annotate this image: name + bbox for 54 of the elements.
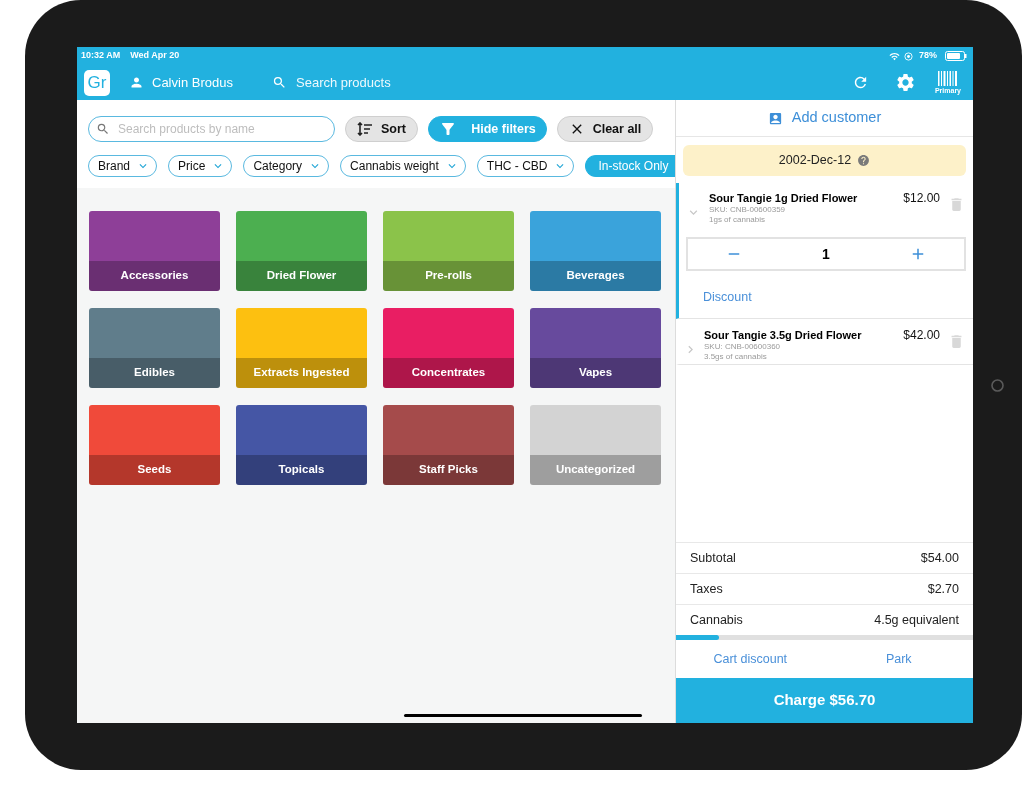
- total-label: Cannabis: [690, 611, 743, 629]
- category-tile[interactable]: Beverages: [530, 211, 661, 291]
- category-tile[interactable]: Vapes: [530, 308, 661, 388]
- filter-chip[interactable]: Price: [168, 155, 233, 177]
- total-value: $2.70: [927, 580, 959, 598]
- cart-action-link[interactable]: Park: [885, 649, 912, 669]
- category-tile[interactable]: Pre-rolls: [383, 211, 514, 291]
- ring-dot-icon: [904, 51, 913, 61]
- total-value: $54.00: [920, 549, 959, 567]
- category-tile[interactable]: Concentrates: [383, 308, 514, 388]
- help-icon[interactable]: [857, 154, 871, 167]
- filter-chip[interactable]: THC - CBD: [476, 155, 575, 177]
- toolbar-button[interactable]: Sort: [345, 116, 418, 142]
- item-cannabis-amount: 3.5gs of cannabis: [704, 352, 768, 362]
- status-time: 10:32 AM: [81, 49, 121, 63]
- total-label: Taxes: [690, 580, 723, 598]
- ring-icon: [991, 378, 1004, 392]
- total-value: 4.5g equivalent: [874, 611, 959, 629]
- category-tile[interactable]: Topicals: [236, 405, 367, 485]
- cart-action-link[interactable]: Cart discount: [713, 649, 788, 669]
- category-tile[interactable]: Edibles: [89, 308, 220, 388]
- birthdate-text: 2002-Dec-12: [778, 152, 852, 170]
- cart-item[interactable]: Sour Tangie 1g Dried Flower SKU: CNB-00600359 1gs of cannabis $12.00 1 Discount: [676, 183, 973, 319]
- item-sku: SKU: CNB-00600359: [709, 205, 787, 215]
- contact-card-icon: [767, 110, 783, 126]
- toolbar-button[interactable]: Clear all: [557, 116, 653, 142]
- status-date: Wed Apr 20: [130, 49, 180, 63]
- category-tile[interactable]: Accessories: [89, 211, 220, 291]
- item-cannabis-amount: 1gs of cannabis: [709, 215, 767, 225]
- category-tile[interactable]: Dried Flower: [236, 211, 367, 291]
- sort-icon: [357, 122, 373, 136]
- search-icon: [96, 122, 110, 136]
- filter-chip[interactable]: Brand: [88, 155, 158, 177]
- category-tile[interactable]: Staff Picks: [383, 405, 514, 485]
- battery-percent: 78%: [919, 49, 937, 63]
- item-price: $12.00: [903, 191, 940, 205]
- item-price: $42.00: [903, 328, 940, 342]
- battery-icon: [945, 51, 967, 61]
- product-search-field[interactable]: Search products: [296, 72, 456, 93]
- category-tile[interactable]: Seeds: [89, 405, 220, 485]
- filter-chip[interactable]: Cannabis weight: [340, 155, 466, 177]
- add-customer-button[interactable]: Add customer: [767, 107, 882, 129]
- person-icon: [129, 75, 144, 90]
- filter-chip[interactable]: Category: [243, 155, 330, 177]
- item-name: Sour Tangie 1g Dried Flower: [709, 191, 859, 205]
- quantity-value: 1: [822, 244, 830, 264]
- barcode-icon: [937, 70, 958, 86]
- wifi-icon: [889, 50, 900, 62]
- total-label: Subtotal: [690, 549, 736, 567]
- search-field[interactable]: Search products by name: [88, 116, 335, 142]
- discount-link[interactable]: Discount: [703, 290, 752, 305]
- search-icon: [272, 75, 287, 90]
- item-sku: SKU: CNB-00600360: [704, 342, 782, 352]
- item-name: Sour Tangie 3.5g Dried Flower: [704, 328, 863, 342]
